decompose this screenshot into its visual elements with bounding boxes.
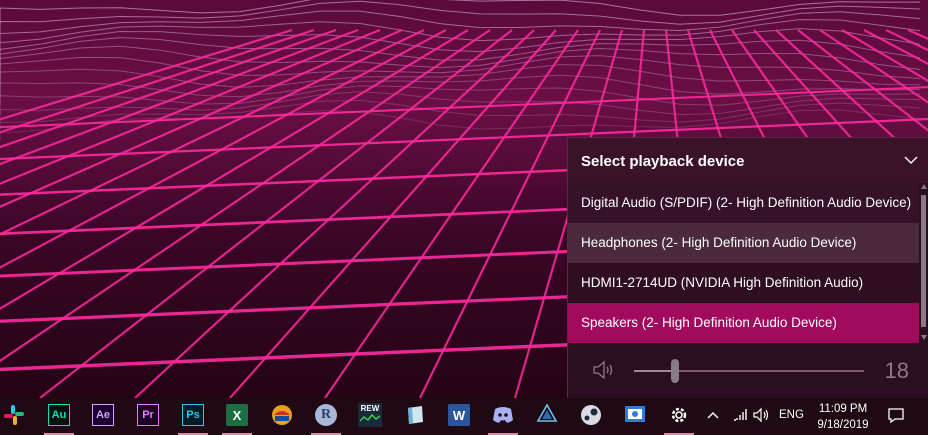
notebook-app-icon[interactable] [402,402,428,428]
colorful-app-icon[interactable] [269,402,295,428]
mountain-grid-line [0,28,921,60]
grid-line [0,29,447,269]
audio-flyout: Select playback device Digital Audio (S/… [567,137,928,398]
device-list: Digital Audio (S/PDIF) (2- High Definiti… [568,183,920,343]
volume-slider-fill [634,370,675,372]
grid-line [0,29,469,310]
device-list-scrollbar[interactable] [919,183,928,343]
device-item-headphones[interactable]: Headphones (2- High Definition Audio Dev… [568,223,920,263]
word-icon[interactable]: W [446,402,472,428]
volume-slider[interactable] [634,359,864,383]
scroll-up-icon[interactable] [920,183,928,191]
device-label: Digital Audio (S/PDIF) (2- High Definiti… [581,195,912,210]
volume-tray-icon[interactable] [753,407,771,423]
after-effects-icon[interactable]: Ae [90,402,116,428]
audition-icon[interactable]: Au [46,402,72,428]
show-hidden-icons-chevron-up-icon[interactable] [706,410,720,420]
clock-date: 9/18/2019 [817,419,869,431]
clock-time: 11:09 PM [818,403,868,415]
taskbar: Au Ae Pr Ps X R REW W ENG 11:09 PM 9/18/… [0,398,928,435]
action-center-icon[interactable] [887,407,905,425]
chevron-down-icon[interactable] [903,152,919,168]
grid-line [0,28,337,149]
scroll-thumb[interactable] [921,195,926,327]
slack-icon[interactable] [1,402,27,428]
volume-value: 18 [884,358,909,383]
device-label: HDMI1-2714UD (NVIDIA High Definition Aud… [581,275,864,290]
volume-row: 18 [568,343,928,399]
rew-icon[interactable]: REW [357,402,383,428]
vector-app-icon[interactable] [534,402,560,428]
premiere-icon[interactable]: Pr [135,402,161,428]
scroll-down-icon[interactable] [920,333,928,341]
volume-slider-thumb[interactable] [671,359,679,383]
mountain-grid-line [0,0,921,33]
speaker-icon[interactable] [592,359,616,381]
device-label: Speakers (2- High Definition Audio Devic… [581,315,837,330]
language-indicator[interactable]: ENG [779,409,804,421]
device-item-digital-audio[interactable]: Digital Audio (S/PDIF) (2- High Definiti… [568,183,920,223]
flyout-header[interactable]: Select playback device [568,138,928,183]
settings-gear-icon[interactable] [666,402,692,428]
device-item-hdmi[interactable]: HDMI1-2714UD (NVIDIA High Definition Aud… [568,263,920,303]
r-app-icon[interactable]: R [313,402,339,428]
photoshop-icon[interactable]: Ps [180,402,206,428]
steam-icon[interactable] [578,402,604,428]
flyout-title: Select playback device [581,153,745,170]
device-label: Headphones (2- High Definition Audio Dev… [581,235,857,250]
remote-app-icon[interactable] [622,402,648,428]
network-wifi-icon[interactable] [732,408,748,422]
excel-icon[interactable]: X [224,402,250,428]
grid-line [324,29,579,398]
discord-icon[interactable] [490,402,516,428]
clock[interactable]: 11:09 PM 9/18/2019 [812,401,874,433]
device-item-speakers[interactable]: Speakers (2- High Definition Audio Devic… [568,303,920,343]
